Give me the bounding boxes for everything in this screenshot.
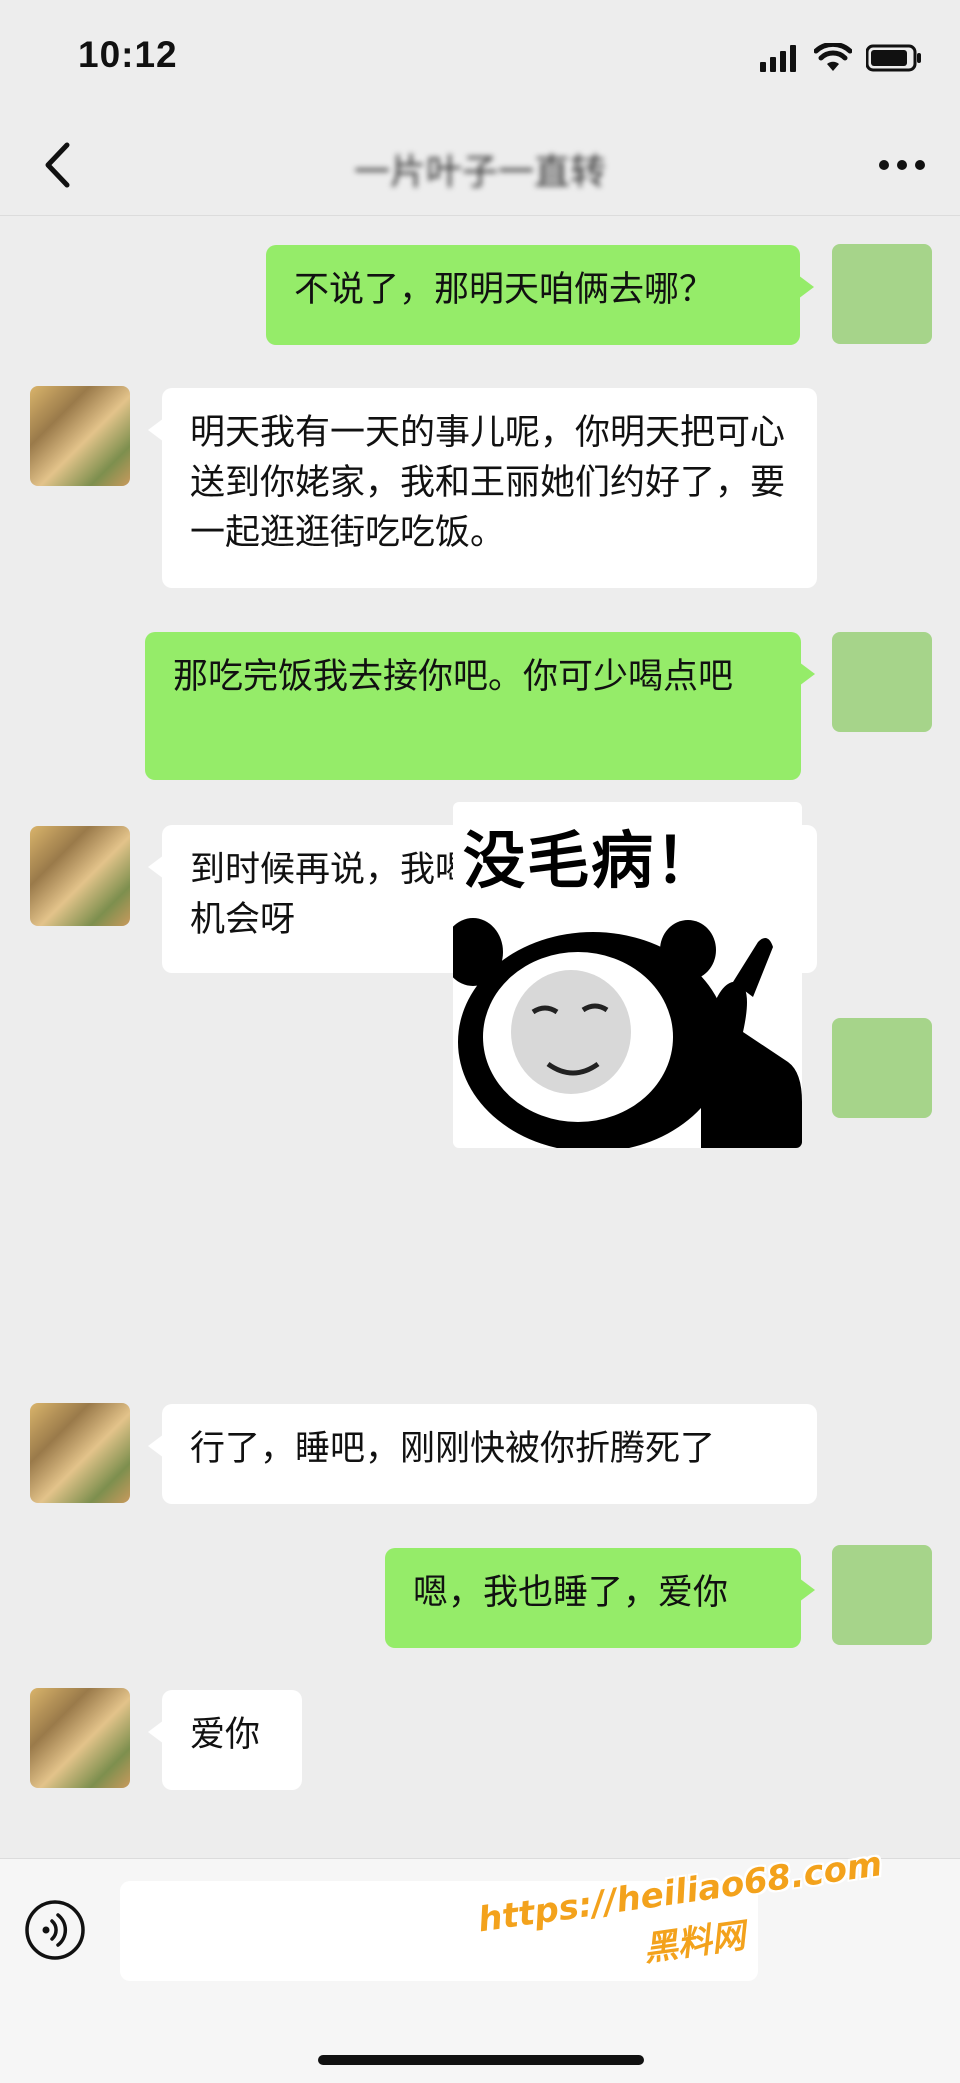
chevron-left-icon <box>45 142 70 188</box>
avatar-contact[interactable] <box>30 826 130 926</box>
avatar-contact[interactable] <box>30 386 130 486</box>
message-text: 不说了，那明天咱俩去哪？ <box>294 270 715 310</box>
wifi-icon <box>814 43 852 71</box>
chat-title: 一片叶子一直转 <box>353 152 606 193</box>
avatar-self[interactable] <box>832 244 932 344</box>
back-button[interactable] <box>28 135 88 195</box>
status-icons <box>760 40 922 76</box>
more-button[interactable] <box>872 135 932 195</box>
message-bubble-received[interactable]: 行了，睡吧，刚刚快被你折腾死了 <box>148 1404 817 1504</box>
chat-header: 一片叶子一直转 <box>0 115 960 216</box>
voice-icon <box>25 1900 85 1960</box>
message-bubble-received[interactable]: 爱你 <box>148 1690 302 1790</box>
avatar-contact[interactable] <box>30 1688 130 1788</box>
avatar-self[interactable] <box>832 1018 932 1118</box>
message-text: 嗯，我也睡了，爱你 <box>413 1573 729 1613</box>
sticker-message[interactable]: 没毛病！ <box>453 802 802 1148</box>
message-text: 那吃完饭我去接你吧。你可少喝点吧 <box>173 657 734 697</box>
voice-button[interactable] <box>24 1899 86 1961</box>
message-bubble-received[interactable]: 明天我有一天的事儿呢，你明天把可心送到你姥家，我和王丽她们约好了，要一起逛逛街吃… <box>148 388 817 588</box>
message-bubble-sent[interactable]: 嗯，我也睡了，爱你 <box>385 1548 815 1648</box>
more-dots-icon <box>879 160 925 170</box>
status-bar: 10:12 <box>0 0 960 115</box>
message-text: 行了，睡吧，刚刚快被你折腾死了 <box>190 1429 716 1469</box>
home-indicator[interactable] <box>318 2055 644 2065</box>
status-time: 10:12 <box>78 34 178 75</box>
message-bubble-sent[interactable]: 不说了，那明天咱俩去哪？ <box>266 245 814 345</box>
signal-icon <box>760 45 796 72</box>
panda-meme-image <box>453 918 802 1148</box>
message-text: 爱你 <box>190 1715 261 1755</box>
avatar-self[interactable] <box>832 632 932 732</box>
avatar-self[interactable] <box>832 1545 932 1645</box>
message-bubble-sent[interactable]: 那吃完饭我去接你吧。你可少喝点吧 <box>145 632 815 780</box>
battery-icon <box>866 44 921 72</box>
message-text: 明天我有一天的事儿呢，你明天把可心送到你姥家，我和王丽她们约好了，要一起逛逛街吃… <box>190 413 786 553</box>
avatar-contact[interactable] <box>30 1403 130 1503</box>
